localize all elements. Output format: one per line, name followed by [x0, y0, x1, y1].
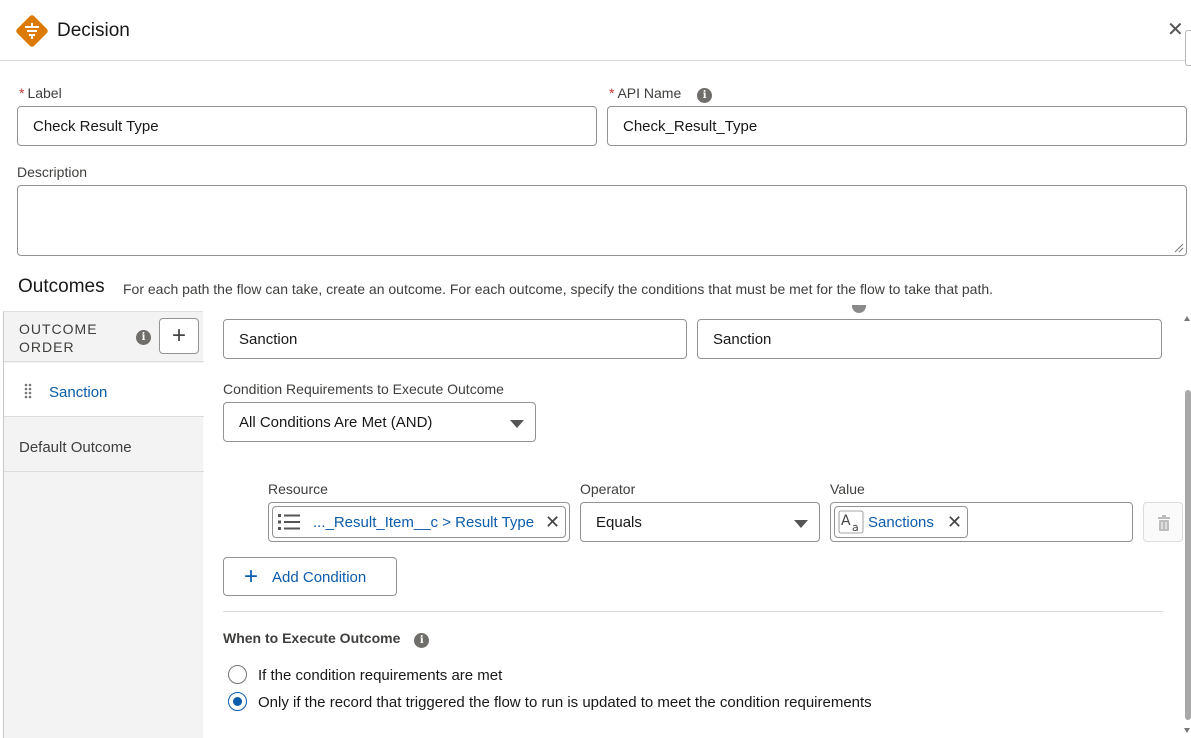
add-icon: +	[244, 563, 259, 590]
resource-value: ..._Result_Item__c > Result Type	[313, 514, 535, 531]
api-name-field-text: API Name	[617, 85, 682, 101]
outcome-item-label: Sanction	[49, 384, 108, 401]
radio-record-updated-label: Only if the record that triggered the fl…	[258, 694, 872, 711]
remove-resource-icon[interactable]: ✕	[545, 512, 560, 533]
info-icon[interactable]: i	[136, 330, 151, 345]
outcome-item-sanction[interactable]: Sanction	[4, 363, 204, 417]
label-input-value: Check Result Type	[33, 117, 159, 135]
operator-value: Equals	[596, 514, 642, 531]
add-outcome-button[interactable]: +	[159, 318, 199, 354]
api-name-field-label: * API Name i	[609, 85, 713, 103]
resource-pill[interactable]: ..._Result_Item__c > Result Type ✕	[272, 506, 566, 538]
outcome-item-label: Default Outcome	[19, 439, 132, 456]
outcome-api-name-value: Sanction	[713, 330, 772, 348]
outcome-label-value: Sanction	[239, 330, 298, 348]
label-input[interactable]: Check Result Type	[17, 106, 597, 146]
operator-column-label: Operator	[580, 481, 636, 497]
info-icon[interactable]: i	[414, 633, 430, 648]
scroll-down-icon[interactable]	[1184, 728, 1190, 733]
value-column-label: Value	[830, 481, 865, 497]
radio-record-updated[interactable]	[228, 692, 247, 711]
tooltip-anchor	[852, 305, 866, 313]
required-mark: *	[609, 85, 615, 101]
value-combobox[interactable]: A a Sanctions ✕	[830, 502, 1133, 542]
svg-text:A: A	[841, 513, 851, 529]
radio-condition-met[interactable]	[228, 665, 247, 684]
drag-handle-icon[interactable]	[24, 383, 32, 399]
outcome-order-panel: OUTCOME ORDER i + Sanction Default Outco…	[3, 311, 204, 738]
scroll-up-icon[interactable]	[1184, 316, 1190, 321]
section-divider	[223, 611, 1163, 612]
condition-requirements-select[interactable]: All Conditions Are Met (AND)	[223, 402, 536, 442]
resource-combobox[interactable]: ..._Result_Item__c > Result Type ✕	[268, 502, 570, 542]
scrollbar-thumb[interactable]	[1185, 390, 1191, 720]
add-condition-label: Add Condition	[272, 569, 367, 586]
decision-icon	[16, 15, 48, 47]
label-field-text: Label	[27, 85, 62, 101]
outcome-order-header: OUTCOME ORDER i +	[4, 312, 204, 362]
when-to-execute-title: When to Execute Outcome i	[223, 630, 430, 648]
trash-icon	[1158, 515, 1170, 531]
outcomes-title: Outcomes	[18, 276, 105, 297]
api-name-input-value: Check_Result_Type	[623, 117, 758, 135]
svg-text:a: a	[852, 521, 859, 534]
modal-header: Decision ✕	[0, 0, 1191, 66]
value-text: Sanctions	[868, 514, 934, 531]
outcome-item-default[interactable]: Default Outcome	[4, 418, 204, 472]
condition-requirements-value: All Conditions Are Met (AND)	[239, 414, 433, 431]
radio-condition-met-label: If the condition requirements are met	[258, 667, 503, 684]
description-label: Description	[17, 164, 88, 180]
outcomes-description: For each path the flow can take, create …	[123, 281, 994, 297]
remove-value-icon[interactable]: ✕	[947, 512, 962, 533]
chevron-down-icon	[510, 420, 524, 428]
value-pill[interactable]: A a Sanctions ✕	[834, 506, 968, 538]
required-mark: *	[19, 85, 25, 101]
list-icon	[278, 514, 300, 530]
chevron-down-icon	[794, 520, 808, 528]
delete-condition-button[interactable]	[1143, 502, 1183, 542]
outcome-api-name-input[interactable]: Sanction	[697, 319, 1162, 359]
outcome-order-label: OUTCOME ORDER	[19, 321, 98, 355]
resource-column-label: Resource	[268, 481, 328, 497]
when-to-execute-text: When to Execute Outcome	[223, 630, 401, 646]
operator-select[interactable]: Equals	[580, 502, 820, 542]
info-icon[interactable]: i	[697, 88, 713, 103]
modal-title: Decision	[57, 20, 130, 41]
text-type-icon: A a	[838, 510, 864, 534]
close-icon[interactable]: ✕	[1167, 19, 1184, 41]
api-name-input[interactable]: Check_Result_Type	[607, 106, 1187, 146]
add-condition-button[interactable]: + Add Condition	[223, 557, 397, 596]
condition-requirements-label: Condition Requirements to Execute Outcom…	[223, 381, 504, 397]
outcome-label-input[interactable]: Sanction	[223, 319, 687, 359]
resize-grip-icon[interactable]	[1174, 243, 1184, 253]
side-panel-tab[interactable]	[1185, 30, 1191, 66]
description-textarea[interactable]	[17, 185, 1187, 256]
label-field-label: * Label	[19, 85, 62, 101]
